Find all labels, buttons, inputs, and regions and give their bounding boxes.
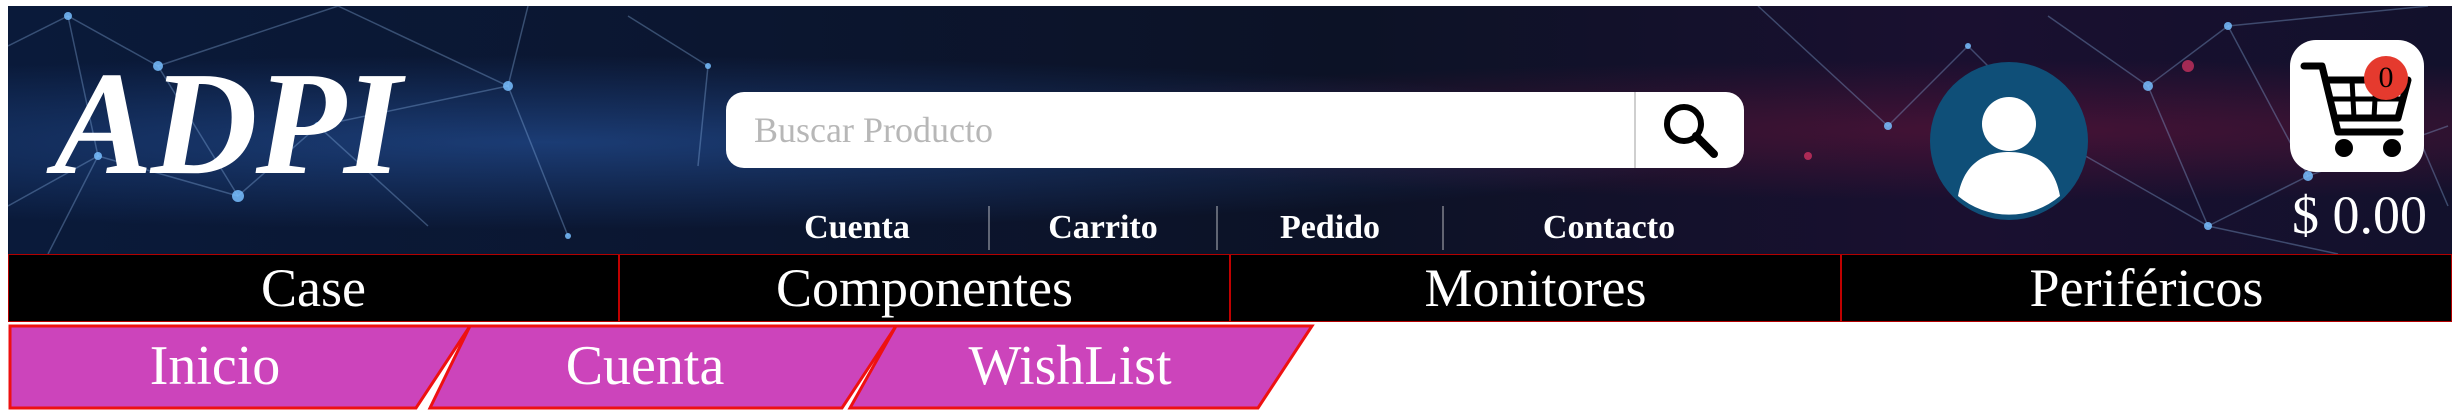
category-perifericos[interactable]: Periféricos (1842, 255, 2451, 321)
site-header: ADPI Cuenta Carrito Pedido Contacto (8, 6, 2452, 254)
page: ADPI Cuenta Carrito Pedido Contacto (0, 0, 2460, 410)
category-monitores[interactable]: Monitores (1231, 255, 1842, 321)
tab-inicio-shape[interactable] (8, 324, 473, 410)
header-link-cuenta[interactable]: Cuenta (726, 209, 988, 247)
header-link-pedido[interactable]: Pedido (1218, 209, 1442, 247)
category-componentes[interactable]: Componentes (620, 255, 1231, 321)
cart-total: $ 0.00 (2292, 185, 2427, 245)
cart-button[interactable] (2290, 40, 2424, 172)
brand-logo[interactable]: ADPI (54, 50, 402, 198)
search-bar (726, 92, 1744, 168)
header-link-carrito[interactable]: Carrito (990, 209, 1216, 247)
user-avatar-icon[interactable] (1930, 62, 2088, 220)
section-tabs: Inicio Cuenta WishList (0, 324, 1320, 410)
shopping-cart-icon (2300, 62, 2412, 157)
cart-count-badge: 0 (2364, 56, 2408, 100)
search-input[interactable] (726, 92, 1578, 168)
category-case[interactable]: Case (9, 255, 620, 321)
category-nav: Case Componentes Monitores Periféricos (8, 254, 2452, 322)
search-button[interactable] (1634, 92, 1744, 168)
header-link-contacto[interactable]: Contacto (1444, 209, 1774, 247)
tab-cuenta-shape[interactable] (427, 324, 899, 410)
tab-wishlist-shape[interactable] (847, 324, 1315, 410)
tab-shapes (8, 324, 1315, 410)
search-icon (1664, 104, 1718, 158)
header-links: Cuenta Carrito Pedido Contacto (726, 202, 1774, 254)
